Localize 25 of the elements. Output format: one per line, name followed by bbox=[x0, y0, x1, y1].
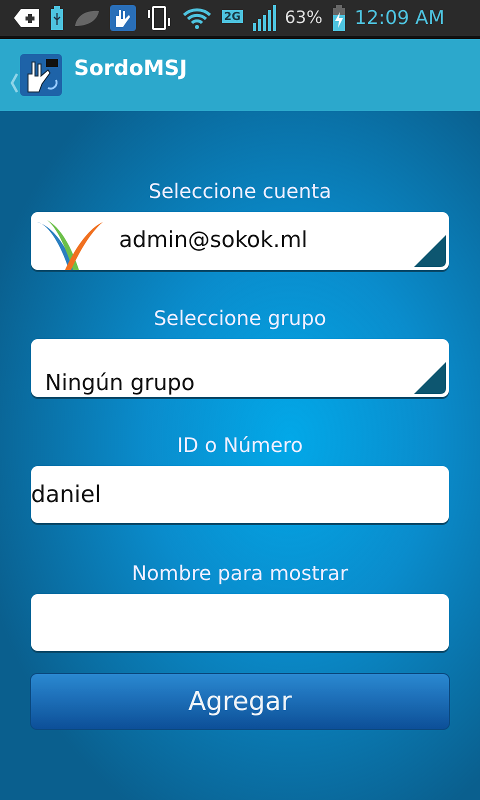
field-label: Seleccione grupo bbox=[154, 306, 326, 332]
dropdown-corner-icon bbox=[414, 235, 446, 267]
charging-battery-icon bbox=[332, 5, 346, 31]
app-title: SordoMSJ bbox=[74, 56, 188, 80]
input-field[interactable]: daniel bbox=[31, 466, 449, 523]
clock: 12:09 AM bbox=[354, 7, 445, 29]
input-field[interactable] bbox=[31, 594, 449, 651]
app-logo-icon[interactable] bbox=[20, 54, 62, 96]
vibrate-icon bbox=[146, 5, 172, 31]
dropdown[interactable]: admin@sokok.ml bbox=[31, 212, 449, 270]
app-icon bbox=[110, 5, 136, 31]
usb-battery-icon bbox=[50, 6, 64, 30]
network-type-label: 2G bbox=[222, 10, 243, 23]
notification-icon bbox=[14, 8, 40, 28]
dropdown[interactable]: Ningún grupo bbox=[31, 339, 449, 397]
battery-percent: 63% bbox=[284, 8, 322, 28]
leaf-icon bbox=[74, 9, 100, 27]
signal-icon bbox=[252, 5, 279, 31]
field-label: Nombre para mostrar bbox=[132, 561, 348, 587]
back-caret-icon[interactable] bbox=[10, 73, 18, 93]
dropdown-corner-icon bbox=[414, 362, 446, 394]
wifi-icon bbox=[182, 7, 212, 29]
field-label: Seleccione cuenta bbox=[148, 179, 332, 205]
field-label: ID o Número bbox=[177, 433, 303, 459]
add-button[interactable]: Agregar bbox=[30, 673, 450, 730]
